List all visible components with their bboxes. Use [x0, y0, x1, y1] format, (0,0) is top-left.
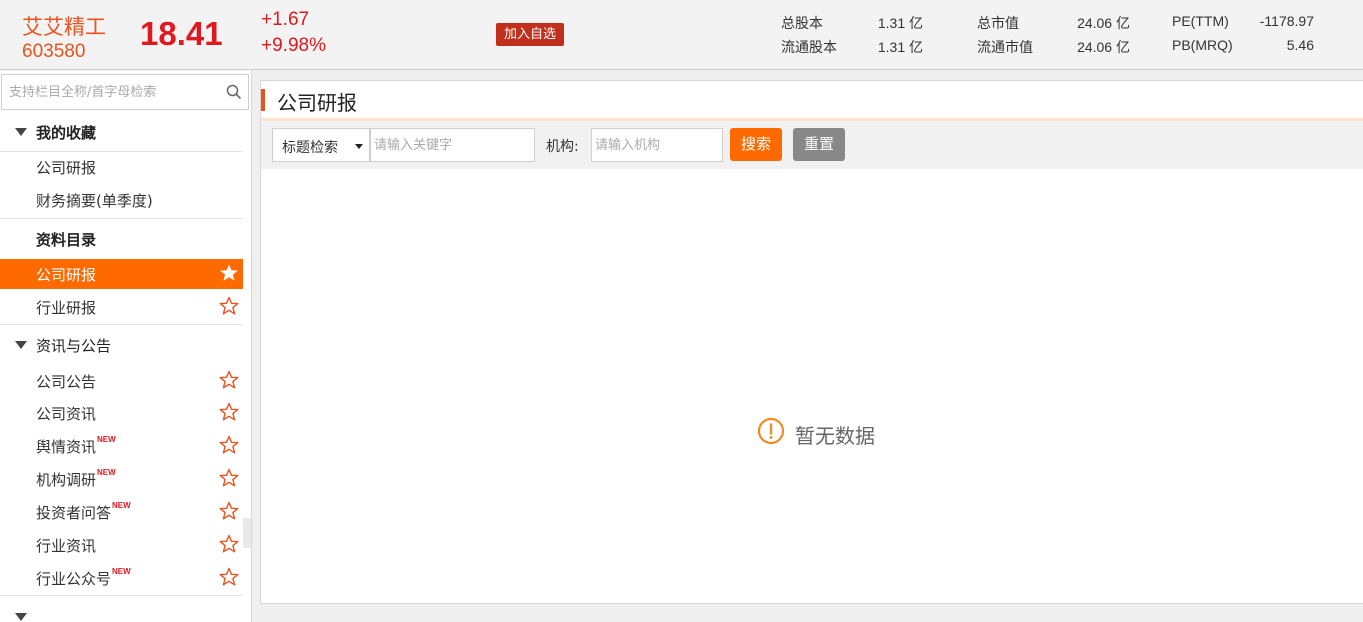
search-type-value: 标题检索: [282, 140, 338, 156]
sidebar-item-label: 舆情资讯: [36, 438, 97, 456]
pe-value: -1178.97: [1259, 13, 1314, 29]
favorite-item[interactable]: 公司研报: [0, 152, 243, 182]
chevron-down-icon: [355, 144, 363, 149]
collapse-triangle-icon: [15, 613, 27, 621]
sidebar-item-label: 行业研报: [36, 299, 97, 317]
market-cap-label: 总市值: [977, 16, 1019, 32]
group-catalog: 资料目录: [0, 223, 243, 255]
star-outline-icon[interactable]: [219, 567, 239, 587]
org-input[interactable]: [591, 128, 723, 162]
total-shares-label: 总股本: [781, 16, 823, 32]
sidebar-item-sentiment[interactable]: 舆情资讯NEW: [0, 431, 243, 461]
sidebar-item-company-news[interactable]: 公司资讯: [0, 398, 243, 428]
star-outline-icon[interactable]: [219, 534, 239, 554]
sidebar-item-industry-wechat[interactable]: 行业公众号NEW: [0, 563, 243, 593]
sidebar-item-label: 投资者问答: [36, 504, 112, 522]
sidebar-scrollbar[interactable]: [243, 518, 251, 548]
sidebar-item-label: 行业资讯: [36, 537, 97, 555]
keyword-input[interactable]: [370, 128, 535, 162]
warning-circle-icon: [757, 417, 785, 445]
sidebar-item-company-announcement[interactable]: 公司公告: [0, 366, 243, 396]
favorite-item[interactable]: 财务摘要(单季度): [0, 185, 243, 215]
stock-change: +1.67: [261, 9, 310, 30]
group-cut-off: [0, 601, 243, 622]
collapse-triangle-icon: [15, 341, 27, 349]
new-badge: NEW: [97, 468, 116, 477]
sidebar-search: [1, 74, 249, 110]
sidebar-item-label: 行业公众号: [36, 570, 112, 588]
favorite-item-label: 财务摘要(单季度): [36, 192, 153, 210]
star-outline-icon[interactable]: [219, 370, 239, 390]
sidebar-item-institution-survey[interactable]: 机构调研NEW: [0, 464, 243, 494]
title-accent-bar: [261, 89, 265, 111]
float-market-cap-label: 流通市值: [977, 40, 1033, 56]
sidebar-item-label: 公司资讯: [36, 405, 97, 423]
float-shares-value: 1.31 亿: [877, 39, 923, 55]
stock-name: 艾艾精工: [22, 15, 106, 39]
star-outline-icon[interactable]: [219, 501, 239, 521]
filter-bar: 标题检索 机构: 搜索 重置: [261, 121, 1363, 169]
sidebar-item-label: 机构调研: [36, 471, 97, 489]
group-news-title: 资讯与公告: [36, 337, 112, 355]
new-badge: NEW: [97, 435, 116, 444]
sidebar-item-industry-research[interactable]: 行业研报: [0, 292, 243, 322]
empty-state-text: 暂无数据: [795, 424, 875, 448]
sidebar-search-input[interactable]: [2, 75, 217, 109]
stock-code: 603580: [22, 41, 86, 62]
star-filled-icon[interactable]: [219, 263, 239, 283]
stock-price: 18.41: [140, 15, 223, 52]
group-favorites[interactable]: 我的收藏: [0, 116, 243, 148]
page-title: 公司研报: [277, 91, 357, 115]
stock-change-percent: +9.98%: [261, 35, 326, 56]
favorite-item-label: 公司研报: [36, 159, 97, 177]
new-badge: NEW: [112, 567, 131, 576]
star-outline-icon[interactable]: [219, 468, 239, 488]
pe-label: PE(TTM): [1172, 13, 1229, 29]
stock-header: 艾艾精工 603580 18.41 +1.67 +9.98% 加入自选 总股本 …: [0, 0, 1363, 70]
float-market-cap-value: 24.06 亿: [1077, 39, 1130, 55]
divider: [0, 595, 243, 596]
reset-button[interactable]: 重置: [793, 128, 845, 161]
divider: [0, 324, 243, 325]
sidebar-item-label: 公司研报: [36, 266, 97, 284]
group-news[interactable]: 资讯与公告: [0, 329, 243, 361]
add-watchlist-button[interactable]: 加入自选: [496, 23, 564, 46]
sidebar-item-industry-news[interactable]: 行业资讯: [0, 530, 243, 560]
sidebar-item-investor-qa[interactable]: 投资者问答NEW: [0, 497, 243, 527]
main-title-bar: 公司研报: [261, 81, 1363, 119]
total-shares-value: 1.31 亿: [877, 15, 923, 31]
group-favorites-title: 我的收藏: [36, 124, 97, 142]
org-label: 机构:: [546, 139, 579, 155]
group-catalog-title: 资料目录: [36, 231, 97, 249]
sidebar-item-company-research[interactable]: 公司研报: [0, 259, 243, 289]
pb-value: 5.46: [1286, 37, 1314, 53]
star-outline-icon[interactable]: [219, 402, 239, 422]
divider: [0, 218, 243, 219]
collapse-triangle-icon: [15, 128, 27, 136]
star-outline-icon[interactable]: [219, 435, 239, 455]
new-badge: NEW: [112, 501, 131, 510]
main-panel: 公司研报 标题检索 机构: 搜索 重置 暂无数据: [260, 80, 1363, 604]
sidebar: 我的收藏 公司研报 财务摘要(单季度) 资料目录 公司研报 行业研报 资讯与公告…: [0, 71, 252, 622]
search-button[interactable]: 搜索: [730, 128, 782, 161]
search-type-select[interactable]: 标题检索: [272, 128, 370, 162]
sidebar-item-label: 公司公告: [36, 373, 97, 391]
market-cap-value: 24.06 亿: [1077, 15, 1130, 31]
pb-label: PB(MRQ): [1172, 37, 1233, 53]
float-shares-label: 流通股本: [781, 40, 837, 56]
search-icon[interactable]: [226, 84, 242, 100]
star-outline-icon[interactable]: [219, 296, 239, 316]
